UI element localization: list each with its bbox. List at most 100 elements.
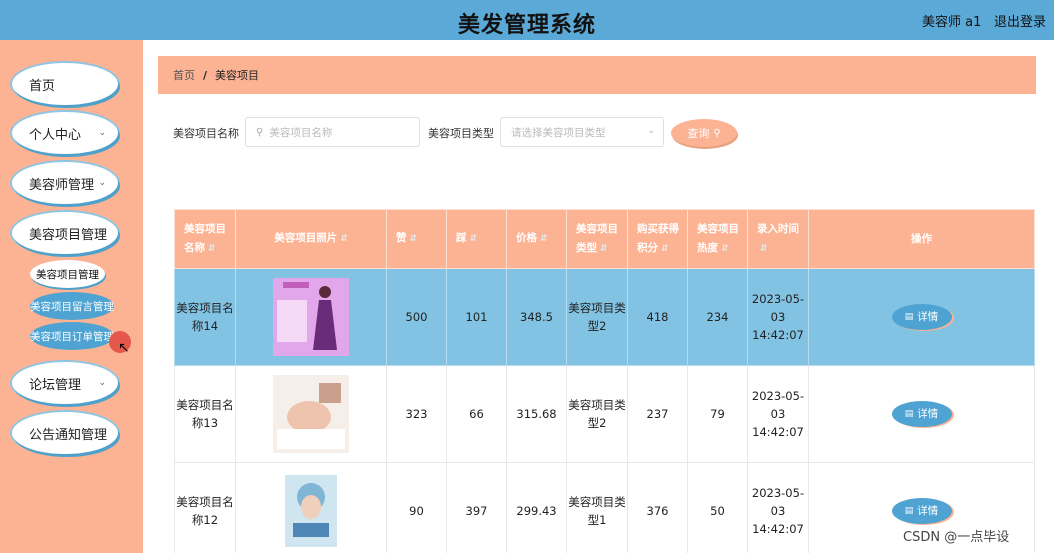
cell-time: 2023-05-03 14:42:07 (747, 365, 809, 463)
sort-icon: ⇵ (540, 234, 548, 244)
current-user: 美容师 a1 (922, 15, 982, 30)
project-photo (273, 278, 349, 356)
cell-points: 237 (627, 365, 688, 463)
column-header[interactable]: 美容项目照片 ⇵ (235, 209, 387, 269)
sidebar-item-label: 个人中心 (29, 127, 82, 143)
sort-icon: ⇵ (721, 243, 729, 254)
detail-button[interactable]: ▤ 详情 (891, 498, 952, 524)
column-header[interactable]: 美容项目热度 ⇵ (687, 209, 748, 269)
sort-icon: ⇵ (661, 243, 669, 254)
top-header: 美发管理系统 美容师 a1 退出登录 (0, 0, 1054, 40)
sort-icon: ⇵ (760, 243, 768, 254)
cell-likes: 90 (386, 462, 447, 553)
logout-link[interactable]: 退出登录 (994, 11, 1046, 30)
sidebar-item-home[interactable]: 首页 (12, 63, 118, 105)
search-icon: ⚲ (713, 127, 721, 139)
cell-heat: 50 (687, 462, 748, 553)
cell-time: 2023-05-03 14:42:07 (747, 268, 809, 366)
sidebar-item-label: 首页 (29, 78, 56, 94)
sort-icon: ⇵ (600, 243, 608, 254)
cell-price: 299.43 (506, 462, 567, 553)
sidebar-item-label: 美容师管理 (29, 177, 95, 193)
project-photo (273, 375, 349, 453)
chevron-down-icon: ⌄ (98, 378, 106, 388)
sidebar-item-announcement-management[interactable]: 公告通知管理 (12, 412, 118, 454)
cell-actions: ▤ 详情 (808, 365, 1035, 463)
sidebar-item-label: 美容项目管理 (29, 227, 108, 243)
cell-type: 美容项目类型2 (566, 268, 628, 366)
column-header[interactable]: 踩 ⇵ (446, 209, 507, 269)
type-search-label: 美容项目类型 (428, 127, 494, 140)
column-header[interactable]: 购买获得积分 ⇵ (627, 209, 688, 269)
breadcrumb-current: 美容项目 (215, 69, 260, 82)
sidebar-item-label: 论坛管理 (29, 377, 82, 393)
cell-type: 美容项目类型1 (566, 462, 628, 553)
table-row[interactable]: 美容项目名称14 500 101 348.5 美容项目类型2 418 234 2… (174, 268, 1035, 366)
breadcrumb-separator: / (203, 68, 208, 82)
project-table: 美容项目名称 ⇵ 美容项目照片 ⇵ 赞 ⇵ 踩 ⇵ 价格 ⇵ 美容项目类型 ⇵ 购买获得积分… (174, 209, 1035, 553)
cell-name: 美容项目名称14 (174, 268, 236, 366)
chevron-down-icon: ⌄ (647, 126, 655, 136)
type-select-placeholder: 请选择美容项目类型 (511, 126, 606, 139)
chevron-up-icon: ⌃ (98, 228, 106, 238)
project-photo (285, 475, 337, 547)
sidebar-subitem-project-comments[interactable]: 美容项目留言管理 (30, 292, 114, 320)
cell-heat: 79 (687, 365, 748, 463)
sidebar-item-forum-management[interactable]: 论坛管理 ⌄ (12, 362, 118, 404)
detail-button[interactable]: ▤ 详情 (891, 304, 952, 330)
sort-icon: ⇵ (409, 234, 418, 244)
cell-heat: 234 (687, 268, 748, 366)
breadcrumb-home[interactable]: 首页 (173, 67, 195, 83)
breadcrumb: 首页 / 美容项目 (158, 56, 1036, 94)
sidebar-item-beauty-project-management[interactable]: 美容项目管理 ⌃ (12, 212, 118, 254)
cell-photo (235, 268, 387, 366)
sidebar-subitem-project-orders[interactable]: 美容项目订单管理 (30, 322, 114, 350)
cell-price: 315.68 (506, 365, 567, 463)
sort-icon: ⇵ (469, 234, 478, 244)
document-icon: ▤ (904, 409, 914, 419)
sidebar-subitem-project-management[interactable]: 美容项目管理 (30, 260, 105, 288)
document-icon: ▤ (904, 506, 914, 516)
cell-photo (235, 462, 387, 553)
cell-points: 418 (627, 268, 688, 366)
cell-actions: ▤ 详情 (808, 268, 1035, 366)
table-header-row: 美容项目名称 ⇵ 美容项目照片 ⇵ 赞 ⇵ 踩 ⇵ 价格 ⇵ 美容项目类型 ⇵ 购买获得积分… (174, 209, 1035, 269)
type-select[interactable]: 请选择美容项目类型 ⌄ (500, 117, 664, 147)
name-search-label: 美容项目名称 (173, 127, 239, 140)
column-header: 操作 (808, 209, 1035, 269)
cell-points: 376 (627, 462, 688, 553)
name-search-input[interactable]: ⚲ 美容项目名称 (245, 117, 420, 147)
watermark: CSDN @一点毕设 (903, 530, 1010, 545)
sidebar-item-beautician-management[interactable]: 美容师管理 ⌄ (12, 162, 118, 204)
mouse-cursor-icon: ↖ (118, 340, 130, 356)
cell-name: 美容项目名称13 (174, 365, 236, 463)
table-row[interactable]: 美容项目名称13 323 66 315.68 美容项目类型2 237 79 20… (174, 365, 1035, 463)
column-header[interactable]: 赞 ⇵ (386, 209, 447, 269)
query-button-label: 查询 (687, 127, 710, 140)
chevron-down-icon: ⌄ (98, 178, 106, 188)
cell-name: 美容项目名称12 (174, 462, 236, 553)
cell-likes: 500 (386, 268, 447, 366)
document-icon: ▤ (904, 312, 914, 322)
query-button[interactable]: 查询 ⚲ (671, 119, 737, 147)
sort-icon: ⇵ (208, 243, 216, 254)
app-title: 美发管理系统 (457, 13, 596, 38)
sort-icon: ⇵ (340, 234, 348, 244)
sidebar-item-personal-center[interactable]: 个人中心 ⌄ (12, 112, 118, 154)
sidebar-item-label: 公告通知管理 (29, 427, 108, 443)
cell-dislikes: 66 (446, 365, 507, 463)
column-header[interactable]: 价格 ⇵ (506, 209, 567, 269)
cell-type: 美容项目类型2 (566, 365, 628, 463)
column-header[interactable]: 美容项目名称 ⇵ (174, 209, 236, 269)
cell-time: 2023-05-03 14:42:07 (747, 462, 809, 553)
cell-dislikes: 397 (446, 462, 507, 553)
chevron-down-icon: ⌄ (98, 128, 106, 138)
column-header[interactable]: 美容项目类型 ⇵ (566, 209, 628, 269)
sidebar: 首页 个人中心 ⌄ 美容师管理 ⌄ 美容项目管理 ⌃ 美容项目管理 美容项目留言… (0, 40, 143, 553)
search-icon: ⚲ (256, 126, 264, 138)
cell-photo (235, 365, 387, 463)
cell-price: 348.5 (506, 268, 567, 366)
detail-button[interactable]: ▤ 详情 (891, 401, 952, 427)
name-search-placeholder: 美容项目名称 (269, 126, 333, 139)
column-header[interactable]: 录入时间⇵ (747, 209, 809, 269)
